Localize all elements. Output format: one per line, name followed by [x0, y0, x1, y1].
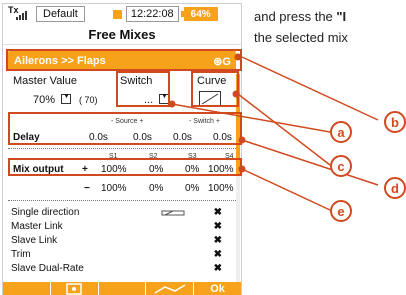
- callout-a: a: [330, 121, 352, 143]
- instruction-key: "I: [336, 9, 347, 24]
- instruction-line-1: and press the: [254, 9, 337, 24]
- callout-e: e: [330, 200, 352, 222]
- callout-b: b: [384, 111, 406, 133]
- callout-d: d: [384, 177, 406, 199]
- instruction-text: and press the "I the selected mix: [254, 6, 406, 48]
- callout-c: c: [330, 155, 352, 177]
- instruction-line-2: the selected mix: [254, 30, 348, 45]
